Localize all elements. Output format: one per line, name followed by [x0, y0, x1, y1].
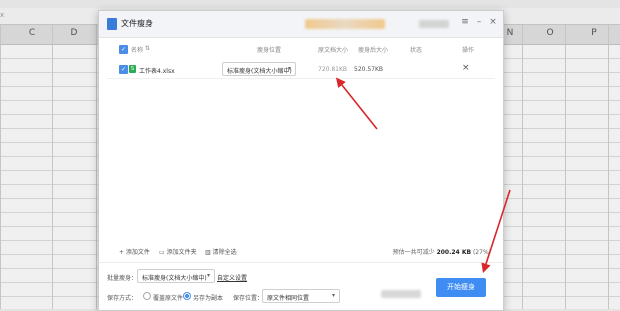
menu-icon[interactable]: ≡ — [459, 17, 471, 27]
save-location-select[interactable]: 原文件相同位置 ▾ — [262, 289, 340, 303]
batch-slim-select[interactable]: 标准瘦身(文档大小缩中) ▾ — [137, 269, 215, 283]
summary-prefix: 预估一共可减少 — [392, 249, 435, 256]
slim-option-select[interactable]: 标准瘦身(文档大小缩中) ▾ — [222, 62, 296, 76]
sort-icon[interactable]: ⇅ — [145, 45, 150, 52]
slim-size: 520.57KB — [354, 66, 384, 73]
save-location-label: 保存位置： — [233, 295, 264, 302]
save-mode-label: 保存方式： — [107, 295, 138, 302]
table-row[interactable]: ✓ S 工作表4.xlsx 标准瘦身(文档大小缩中) ▾ 720.81KB 52… — [107, 60, 495, 79]
save-location-value: 原文件相同位置 — [267, 295, 310, 302]
overwrite-radio[interactable] — [143, 292, 151, 300]
overwrite-label[interactable]: 覆盖原文件 — [153, 293, 183, 302]
clear-all-button[interactable]: ▥ 清除全选 — [205, 247, 237, 256]
select-all-checkbox[interactable]: ✓ — [119, 45, 128, 54]
header-slim-size: 瘦身后大小 — [358, 47, 389, 54]
minimize-button[interactable]: – — [473, 17, 485, 27]
folder-icon: ▭ — [159, 249, 167, 256]
add-file-button[interactable]: + 添加文件 — [119, 247, 150, 256]
document-icon — [107, 18, 117, 30]
add-folder-label: 添加文件夹 — [166, 249, 197, 256]
batch-label: 批量瘦身： — [107, 275, 138, 282]
header-name[interactable]: 名称 — [131, 45, 143, 54]
row-checkbox[interactable]: ✓ — [119, 65, 128, 74]
start-slim-button[interactable]: 开始瘦身 — [436, 278, 486, 297]
dialog-title: 文件瘦身 — [121, 19, 153, 28]
slim-option-value: 标准瘦身(文档大小缩中) — [227, 68, 292, 75]
header-action: 操作 — [462, 47, 475, 54]
batch-slim-value: 标准瘦身(文档大小缩中) — [142, 275, 207, 282]
chevron-down-icon: ▾ — [287, 65, 291, 72]
summary-value: 200.24 KB — [436, 249, 472, 256]
chevron-down-icon: ▾ — [331, 292, 335, 299]
trash-icon: ▥ — [205, 249, 213, 256]
file-table-header: ✓ 名称 ⇅ 瘦身位置 原文档大小 瘦身后大小 状态 操作 — [107, 41, 495, 57]
save-copy-label[interactable]: 另存为副本 — [193, 293, 223, 302]
summary-suffix: (27%) — [472, 249, 491, 256]
file-name: 工作表4.xlsx — [139, 68, 175, 75]
blurred-account-badge — [419, 20, 449, 28]
blurred-info — [381, 290, 421, 298]
header-original-size: 原文档大小 — [318, 47, 349, 54]
custom-settings-link[interactable]: 自定义设置 — [217, 273, 247, 282]
file-slim-dialog: 文件瘦身 ≡ – × ✓ 名称 ⇅ 瘦身位置 原文档大小 瘦身后大小 状态 操作… — [98, 10, 504, 311]
close-button[interactable]: × — [487, 17, 499, 27]
section-divider — [99, 262, 503, 263]
blurred-account-info — [305, 19, 385, 29]
spreadsheet-file-icon: S — [129, 65, 136, 73]
header-slim-position: 瘦身位置 — [257, 47, 282, 54]
reduction-summary: 预估一共可减少 200.24 KB (27%) — [393, 247, 491, 256]
chevron-down-icon: ▾ — [206, 272, 210, 279]
file-actions-bar: + 添加文件 ▭ 添加文件夹 ▥ 清除全选 预估一共可减少 200.24 KB … — [107, 244, 495, 258]
save-copy-radio[interactable] — [183, 292, 191, 300]
header-status: 状态 — [410, 47, 423, 54]
clear-all-label: 清除全选 — [212, 249, 237, 256]
original-size: 720.81KB — [318, 66, 348, 73]
delete-row-icon[interactable]: × — [462, 63, 470, 73]
dialog-titlebar[interactable]: 文件瘦身 ≡ – × — [99, 11, 503, 38]
add-folder-button[interactable]: ▭ 添加文件夹 — [159, 247, 197, 256]
